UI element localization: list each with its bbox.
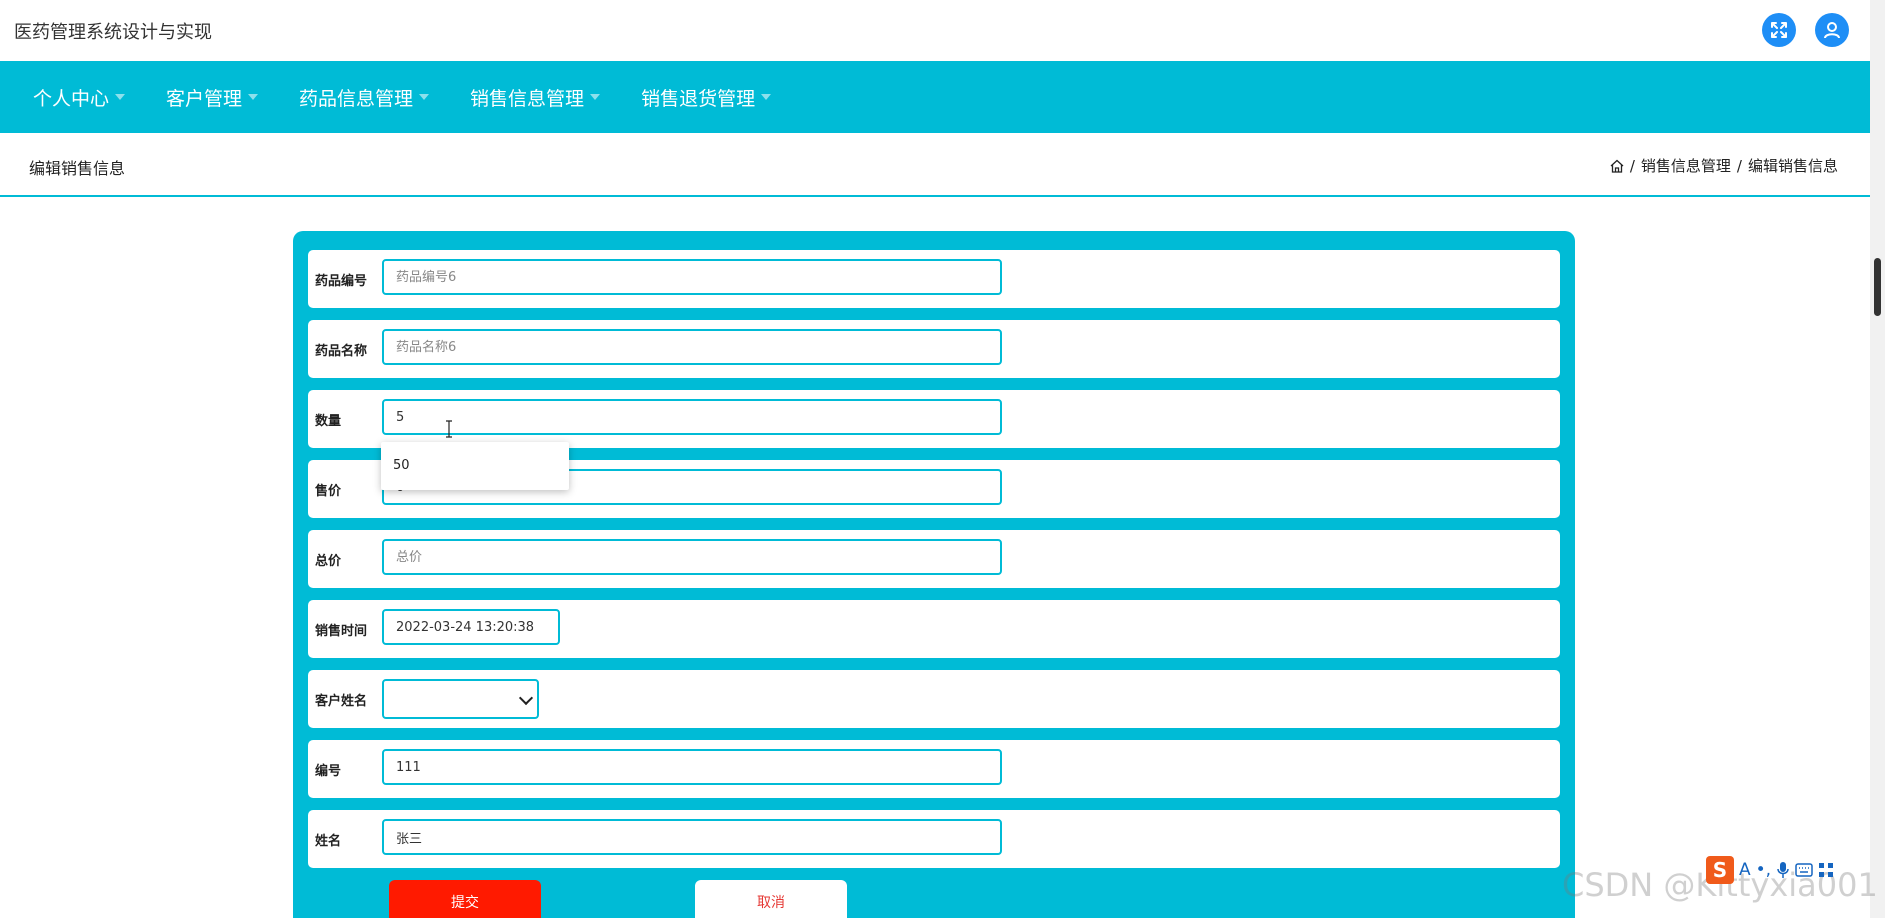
caret-down-icon xyxy=(248,94,259,100)
quantity-input[interactable] xyxy=(382,399,1002,435)
nav-item-label: 销售退货管理 xyxy=(641,87,756,110)
form-row-drug-name: 药品名称 xyxy=(308,320,1560,378)
breadcrumb-bar: 编辑销售信息 / 销售信息管理 / 编辑销售信息 xyxy=(0,133,1870,197)
name-input[interactable] xyxy=(382,819,1002,855)
main-nav: 个人中心 客户管理 药品信息管理 销售信息管理 销售退货管理 xyxy=(0,61,1870,133)
drug-code-input[interactable] xyxy=(382,259,1002,295)
breadcrumb-separator: / xyxy=(1736,156,1742,175)
customer-name-select-wrap xyxy=(382,679,539,719)
user-icon-glyph xyxy=(1824,22,1840,39)
form-row-code: 编号 xyxy=(308,740,1560,798)
home-icon[interactable] xyxy=(1610,159,1624,173)
keyboard-icon[interactable] xyxy=(1795,863,1813,877)
nav-item-personal-center[interactable]: 个人中心 xyxy=(33,84,126,111)
app-title: 医药管理系统设计与实现 xyxy=(14,22,212,43)
sale-time-input[interactable] xyxy=(382,609,560,645)
text-cursor-icon xyxy=(446,420,452,438)
field-label: 客户姓名 xyxy=(315,694,368,709)
cancel-button[interactable]: 取消 xyxy=(695,880,847,918)
ime-punctuation-icon[interactable]: •, xyxy=(1756,860,1771,880)
field-label: 药品编号 xyxy=(315,274,368,289)
nav-item-label: 销售信息管理 xyxy=(470,87,585,110)
field-label: 编号 xyxy=(315,764,342,779)
nav-item-label: 药品信息管理 xyxy=(299,87,414,110)
form-row-quantity: 数量 xyxy=(308,390,1560,448)
field-label: 姓名 xyxy=(315,834,342,849)
form-row-total-price: 总价 xyxy=(308,530,1560,588)
nav-item-sales-info-management[interactable]: 销售信息管理 xyxy=(470,84,601,111)
form-row-sale-time: 销售时间 xyxy=(308,600,1560,658)
code-input[interactable] xyxy=(382,749,1002,785)
app-root: 医药管理系统设计与实现 个人中心 客户管理 药品信息管理 销售信息管理 销售退货… xyxy=(0,0,1885,918)
breadcrumb-current: 编辑销售信息 xyxy=(1747,157,1838,175)
fullscreen-icon-glyph xyxy=(1771,22,1787,38)
edit-sales-form: 药品编号 药品名称 数量 售价 总价 销售时间 客户姓名 xyxy=(293,231,1575,918)
fullscreen-icon[interactable] xyxy=(1762,13,1796,47)
ime-logo-icon[interactable]: S xyxy=(1706,856,1734,884)
page-scrollbar[interactable] xyxy=(1870,0,1885,918)
submit-button[interactable]: 提交 xyxy=(389,880,541,918)
field-label: 总价 xyxy=(315,554,342,569)
nav-item-customer-management[interactable]: 客户管理 xyxy=(166,84,259,111)
page-title: 编辑销售信息 xyxy=(29,159,126,178)
breadcrumb-separator: / xyxy=(1629,156,1635,175)
autocomplete-dropdown: 50 xyxy=(381,442,569,490)
breadcrumb-section-link[interactable]: 销售信息管理 xyxy=(1641,155,1731,176)
nav-item-sales-return-management[interactable]: 销售退货管理 xyxy=(641,84,772,111)
nav-item-label: 客户管理 xyxy=(166,87,243,110)
caret-down-icon xyxy=(419,94,430,100)
grid-icon[interactable] xyxy=(1818,862,1834,878)
user-icon[interactable] xyxy=(1815,13,1849,47)
customer-name-select[interactable] xyxy=(382,679,539,719)
ime-toolbar[interactable]: S A •, xyxy=(1706,856,1834,884)
nav-item-drug-info-management[interactable]: 药品信息管理 xyxy=(299,84,430,111)
form-row-name: 姓名 xyxy=(308,810,1560,868)
field-label: 数量 xyxy=(315,414,342,429)
drug-name-input[interactable] xyxy=(382,329,1002,365)
scrollbar-thumb[interactable] xyxy=(1874,258,1881,316)
top-header: 医药管理系统设计与实现 xyxy=(0,0,1870,62)
field-label: 销售时间 xyxy=(315,624,368,639)
ime-letter-a-icon[interactable]: A xyxy=(1739,860,1751,880)
autocomplete-option[interactable]: 50 xyxy=(393,458,410,473)
form-row-customer-name: 客户姓名 xyxy=(308,670,1560,728)
field-label: 药品名称 xyxy=(315,344,368,359)
field-label: 售价 xyxy=(315,484,342,499)
mic-icon[interactable] xyxy=(1776,861,1790,879)
nav-item-label: 个人中心 xyxy=(33,87,110,110)
breadcrumb: / 销售信息管理 / 编辑销售信息 xyxy=(1610,155,1838,176)
total-price-input[interactable] xyxy=(382,539,1002,575)
form-row-drug-code: 药品编号 xyxy=(308,250,1560,308)
caret-down-icon xyxy=(115,94,126,100)
caret-down-icon xyxy=(590,94,601,100)
caret-down-icon xyxy=(761,94,772,100)
